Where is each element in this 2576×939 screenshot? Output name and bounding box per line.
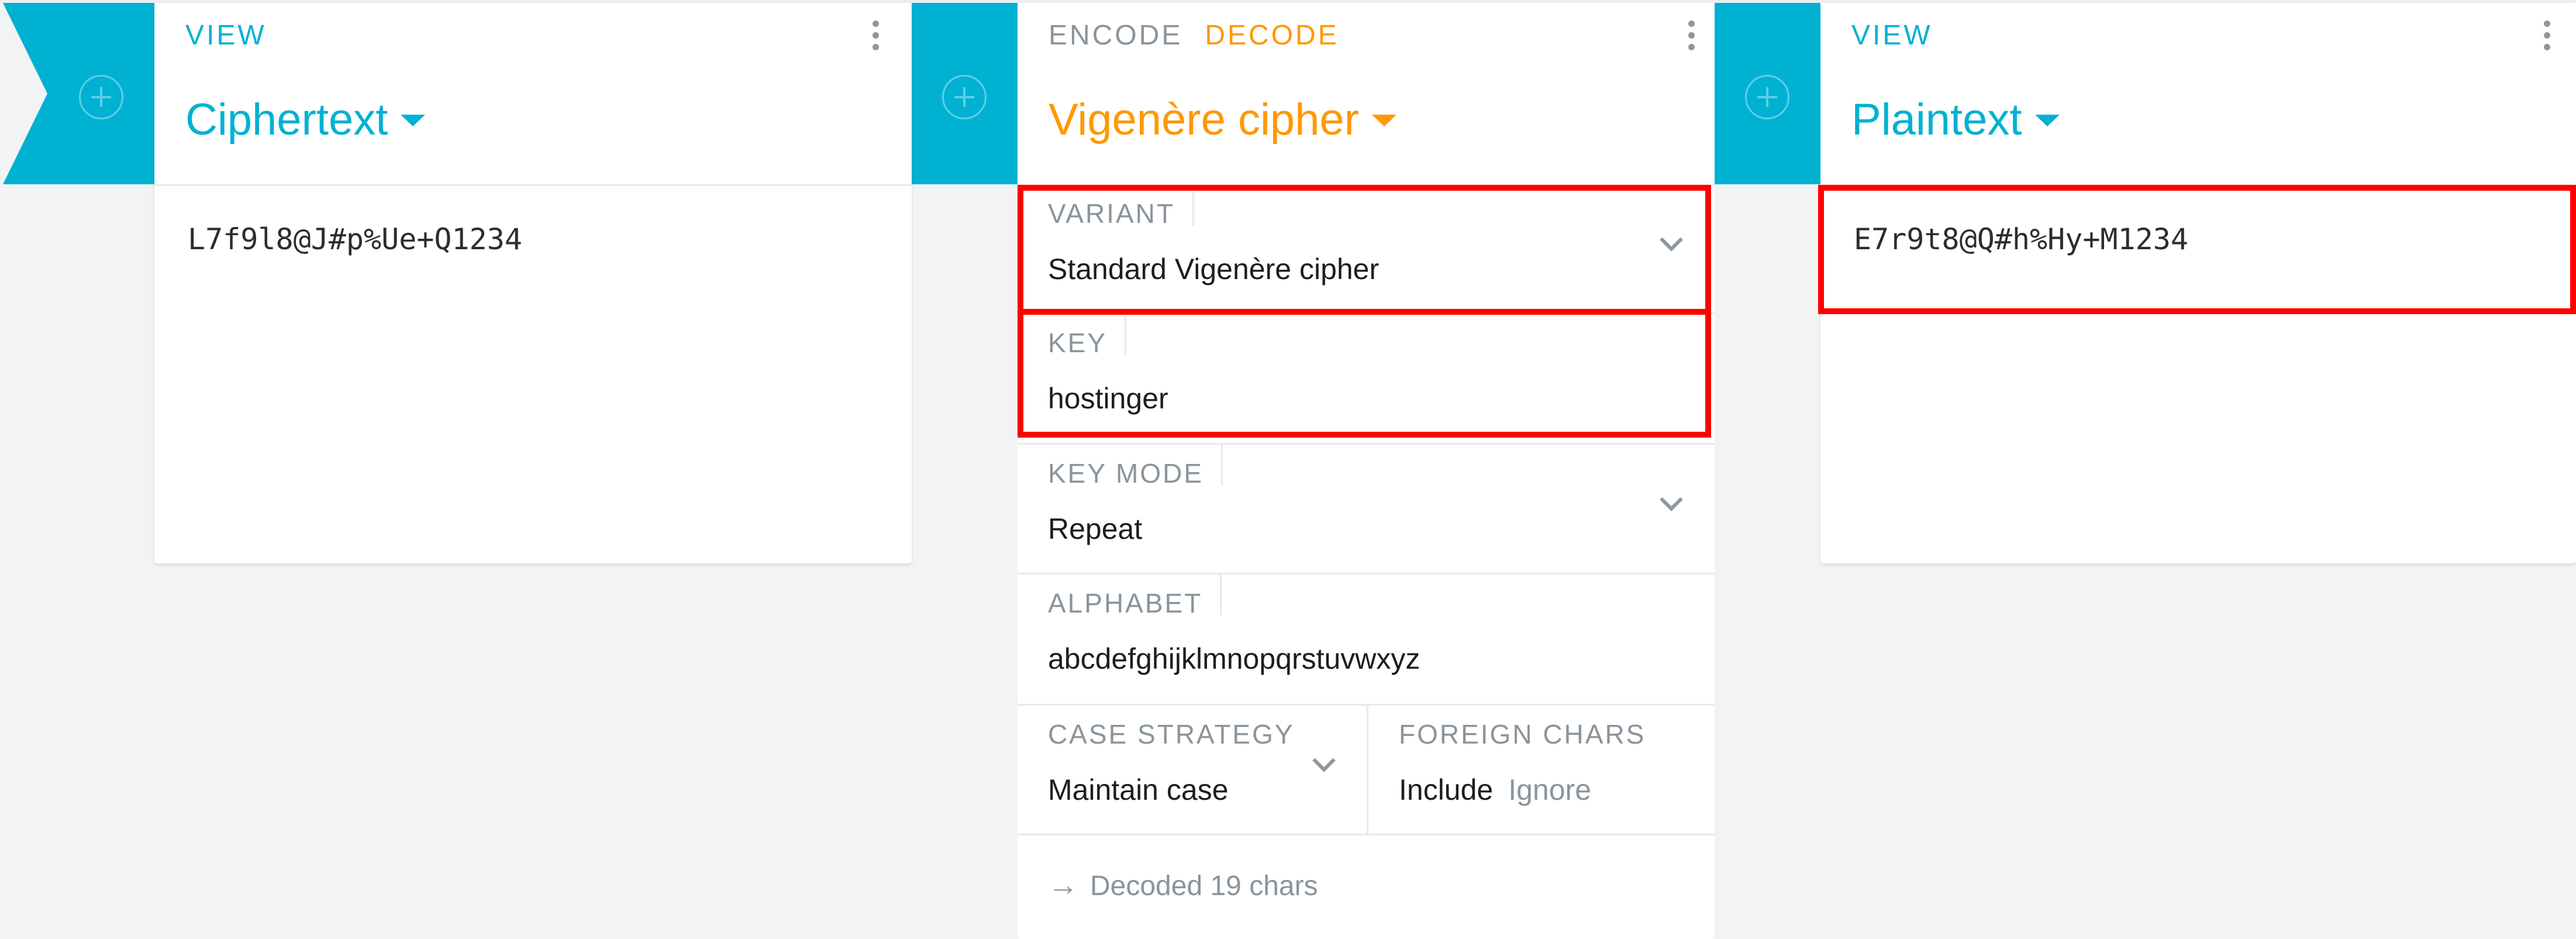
arrow-right-icon: → xyxy=(1048,868,1078,902)
more-vertical-icon[interactable] xyxy=(870,20,881,56)
panel-tabs: ENCODE DECODE xyxy=(1049,19,1361,51)
panel-title: Plaintext xyxy=(1851,95,2022,145)
key-mode-field[interactable]: KEY MODE Repeat xyxy=(1018,445,1715,575)
panel-title-dropdown[interactable]: Ciphertext xyxy=(185,94,426,145)
panel-title-dropdown[interactable]: Vigenère cipher xyxy=(1049,94,1396,145)
caret-down-icon xyxy=(1371,114,1396,126)
more-vertical-icon[interactable] xyxy=(1685,20,1697,56)
field-label: KEY xyxy=(1048,314,1127,356)
panel-header: VIEW Plaintext xyxy=(1820,3,2576,186)
chevron-down-icon[interactable] xyxy=(1660,488,1683,511)
alphabet-input[interactable]: abcdefghijklmnopqrstuvwxyz xyxy=(1048,642,1420,676)
panel-title: Vigenère cipher xyxy=(1049,95,1359,145)
alphabet-field[interactable]: ALPHABET abcdefghijklmnopqrstuvwxyz xyxy=(1018,575,1715,706)
tab-decode[interactable]: DECODE xyxy=(1205,19,1339,51)
vigenere-panel: ENCODE DECODE Vigenère cipher VARIANT Sta… xyxy=(1018,3,1715,939)
chevron-down-icon[interactable] xyxy=(1312,749,1336,772)
variant-field[interactable]: VARIANT Standard Vigenère cipher xyxy=(1018,185,1715,314)
field-label: VARIANT xyxy=(1048,185,1194,227)
add-circle-icon[interactable] xyxy=(1745,75,1789,119)
add-circle-icon[interactable] xyxy=(942,75,987,119)
more-vertical-icon[interactable] xyxy=(2541,20,2553,56)
field-label: ALPHABET xyxy=(1048,575,1222,617)
pipeline-connector xyxy=(912,3,1018,184)
foreign-chars-include[interactable]: Include xyxy=(1399,773,1493,807)
case-strategy-select[interactable]: Maintain case xyxy=(1048,773,1229,807)
panel-tabs: VIEW xyxy=(1851,19,1955,51)
field-label: CASE STRATEGY xyxy=(1048,719,1295,749)
foreign-chars-ignore[interactable]: Ignore xyxy=(1508,773,1591,807)
status-text: Decoded 19 chars xyxy=(1090,871,1318,902)
chevron-down-icon[interactable] xyxy=(1660,228,1683,252)
tab-view[interactable]: VIEW xyxy=(185,19,267,51)
variant-select[interactable]: Standard Vigenère cipher xyxy=(1048,252,1379,286)
tab-view[interactable]: VIEW xyxy=(1851,19,1933,51)
key-field[interactable]: KEY hostinger xyxy=(1018,314,1715,445)
status-message: → Decoded 19 chars xyxy=(1048,868,1318,903)
add-circle-icon[interactable] xyxy=(79,75,123,119)
ciphertext-panel: VIEW Ciphertext L7f9l8@J#p%Ue+Q1234 xyxy=(154,3,912,563)
panel-header: ENCODE DECODE Vigenère cipher xyxy=(1018,3,1715,186)
pipeline-start-connector xyxy=(3,3,154,184)
tab-encode[interactable]: ENCODE xyxy=(1049,19,1182,51)
foreign-chars-toggle: Include Ignore xyxy=(1399,773,1606,807)
key-mode-select[interactable]: Repeat xyxy=(1048,512,1142,546)
caret-down-icon xyxy=(401,114,426,126)
panel-header: VIEW Ciphertext xyxy=(154,3,912,186)
foreign-chars-field: FOREIGN CHARS Include Ignore xyxy=(1368,706,1715,834)
caret-down-icon xyxy=(2034,114,2060,126)
plaintext-panel: VIEW Plaintext E7r9t8@Q#h%Hy+M1234 xyxy=(1820,3,2576,563)
pipeline-connector xyxy=(1715,3,1820,184)
key-input[interactable]: hostinger xyxy=(1048,381,1168,415)
plaintext-content[interactable]: E7r9t8@Q#h%Hy+M1234 xyxy=(1854,222,2188,256)
ciphertext-content[interactable]: L7f9l8@J#p%Ue+Q1234 xyxy=(188,222,522,256)
panel-title: Ciphertext xyxy=(185,95,388,145)
case-strategy-field[interactable]: CASE STRATEGY Maintain case xyxy=(1018,706,1368,834)
case-foreign-row: CASE STRATEGY Maintain case FOREIGN CHAR… xyxy=(1018,706,1715,835)
panel-title-dropdown[interactable]: Plaintext xyxy=(1851,94,2060,145)
panel-tabs: VIEW xyxy=(185,19,289,51)
field-label: FOREIGN CHARS xyxy=(1399,719,1646,749)
field-label: KEY MODE xyxy=(1048,445,1223,487)
